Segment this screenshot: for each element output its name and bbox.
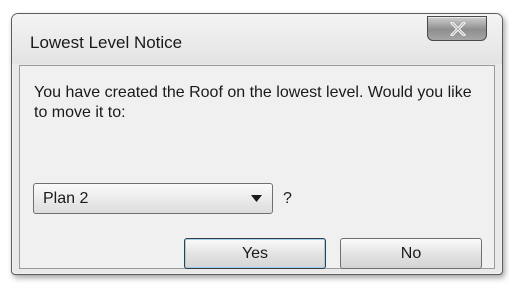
- dialog-titlebar: Lowest Level Notice: [12, 14, 502, 64]
- question-mark: ?: [283, 190, 292, 207]
- level-dropdown-value: Plan 2: [43, 190, 89, 207]
- screen: Lowest Level Notice You have created the…: [0, 0, 509, 295]
- level-dropdown[interactable]: Plan 2: [33, 183, 273, 214]
- no-button[interactable]: No: [340, 238, 482, 269]
- dialog-body: You have created the Roof on the lowest …: [19, 65, 495, 269]
- chevron-down-icon: [251, 195, 262, 202]
- close-button[interactable]: [427, 16, 487, 41]
- lowest-level-notice-dialog: Lowest Level Notice You have created the…: [11, 13, 503, 275]
- close-x-icon: [450, 22, 466, 36]
- notice-message: You have created the Roof on the lowest …: [34, 84, 472, 121]
- dialog-title: Lowest Level Notice: [30, 33, 183, 52]
- yes-button[interactable]: Yes: [184, 238, 326, 269]
